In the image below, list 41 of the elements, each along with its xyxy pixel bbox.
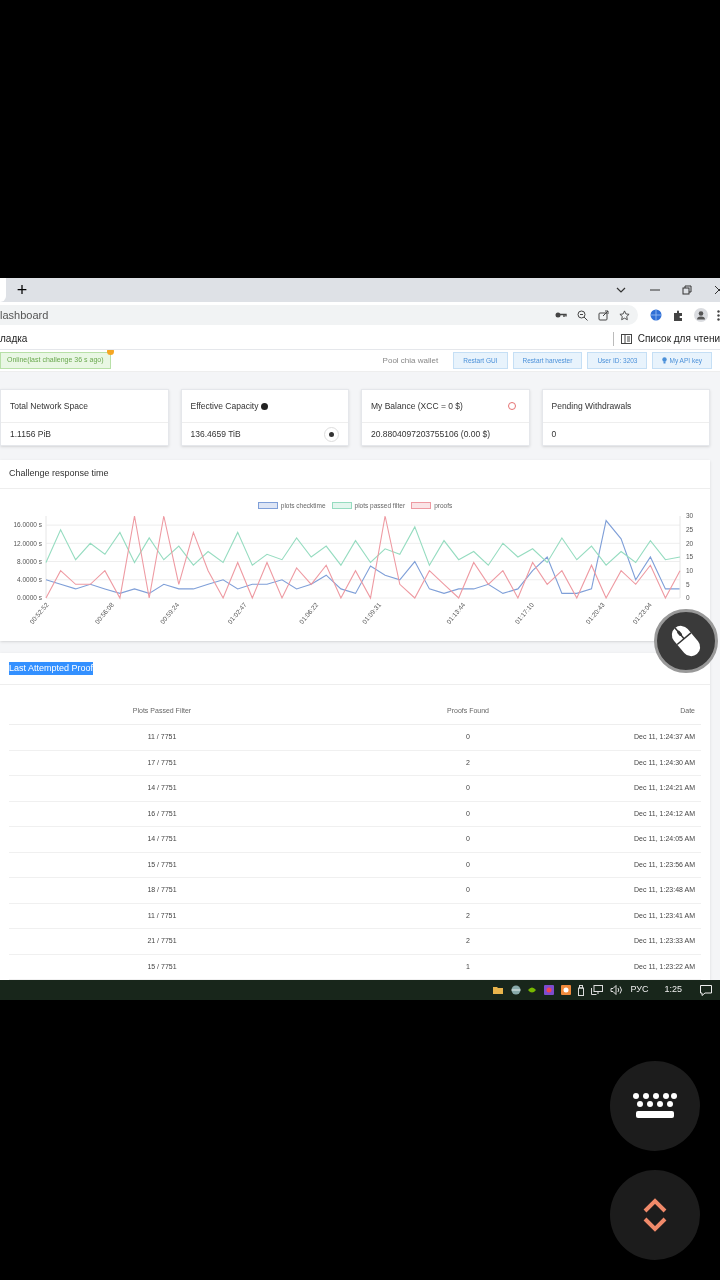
new-tab-button[interactable]: + [12,281,32,299]
tray-app-icon[interactable] [561,985,572,995]
share-icon[interactable] [598,309,609,321]
globe-icon[interactable] [650,309,662,321]
card-value: 1.1156 PiB [10,427,51,441]
zoom-out-icon[interactable] [577,309,588,321]
bulb-icon [662,357,668,364]
star-icon[interactable] [619,309,630,321]
tray-app-icon[interactable] [528,986,537,994]
language-indicator[interactable]: РУС [630,983,649,997]
keyboard-icon [632,1092,678,1120]
wallet-link[interactable]: Pool chia wallet [382,354,439,367]
puzzle-icon[interactable] [673,309,684,321]
card-value: 0 [551,427,557,441]
help-icon [261,402,269,410]
clock[interactable]: 1:25 [664,983,682,997]
address-text[interactable]: lashboard [0,306,49,324]
folder-icon[interactable] [493,986,504,994]
usb-drive-icon[interactable] [578,984,585,996]
chevron-down-icon[interactable] [616,287,626,293]
profile-icon[interactable] [694,308,708,322]
close-icon[interactable] [714,285,720,295]
card-title: My Balance (XCC = 0 $) [371,399,463,413]
card-title: Effective Capacity [190,399,259,413]
network-icon[interactable] [591,985,604,995]
card-title: Pending Withdrawals [551,399,632,413]
globe-icon[interactable] [511,985,522,995]
notification-icon[interactable] [700,984,712,996]
speaker-icon[interactable] [610,985,623,995]
bookmark-link[interactable]: ладка [0,331,28,346]
key-icon[interactable] [555,311,567,319]
up-down-chevron-icon [641,1197,669,1233]
reading-list-link[interactable]: Список для чтени [637,331,720,346]
card-title: Last Attempted Proof [9,661,94,676]
card-title: Challenge response time [0,460,710,489]
reading-list-icon[interactable] [620,333,632,344]
card-value: 136.4659 TiB [190,427,241,441]
menu-icon[interactable] [717,309,720,321]
restore-icon[interactable] [682,285,692,295]
card-title: Total Network Space [10,399,88,413]
card-value: 20.8804097203755106 (0.00 $) [371,427,491,441]
